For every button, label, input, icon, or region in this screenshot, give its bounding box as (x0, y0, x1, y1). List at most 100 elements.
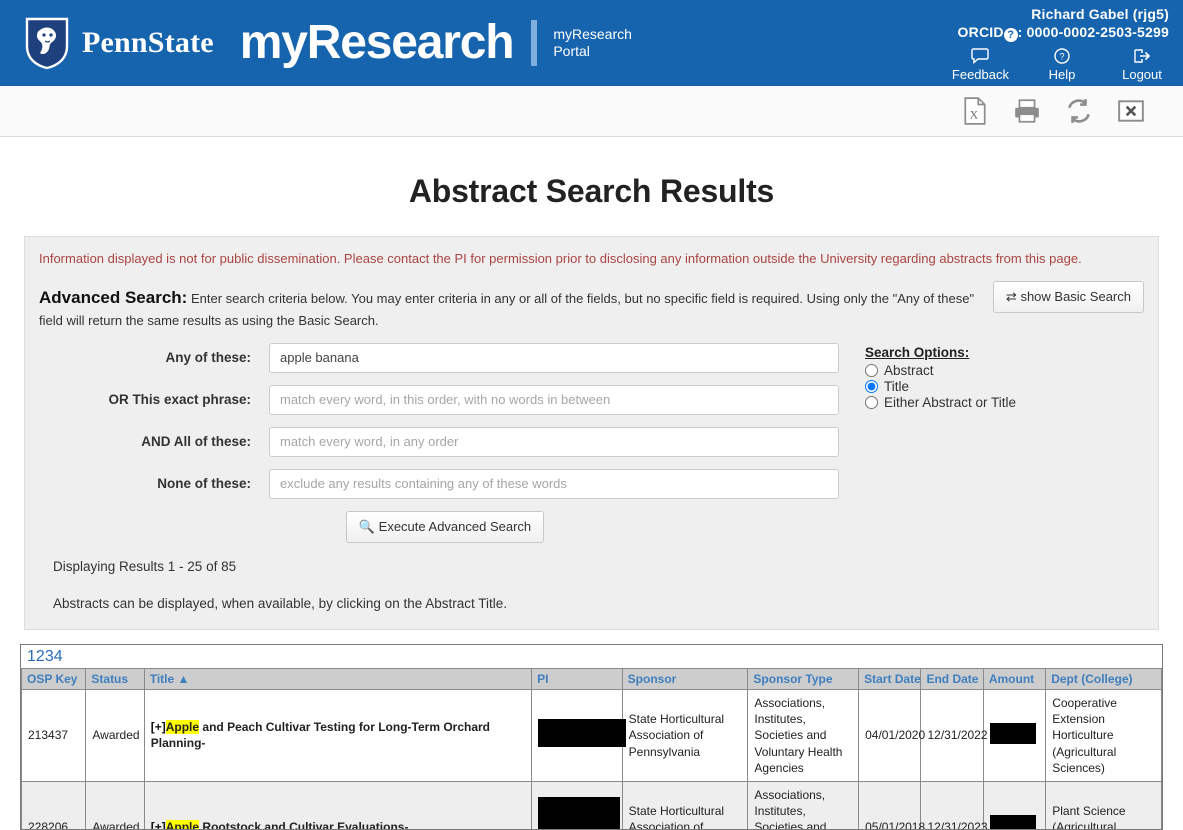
cell-osp-key: 213437 (22, 689, 86, 781)
portal-label: myResearch Portal (553, 26, 632, 61)
brand-logo-group[interactable]: PennState myResearch myResearch Portal (0, 16, 632, 70)
page-link-2[interactable]: 2 (36, 648, 45, 665)
expand-toggle[interactable]: [+] (151, 820, 166, 830)
cell-end-date: 12/31/2023 (921, 781, 983, 830)
search-fields: Any of these: OR This exact phrase: AND … (39, 343, 851, 543)
search-form-area: Any of these: OR This exact phrase: AND … (39, 343, 1144, 543)
cell-sponsor-type: Associations, Institutes, Societies and … (748, 689, 859, 781)
cell-status: Awarded (86, 689, 144, 781)
execute-advanced-search-label: Execute Advanced Search (379, 519, 532, 534)
cell-title[interactable]: [+]Apple and Peach Cultivar Testing for … (144, 689, 531, 781)
label-all-of-these: AND All of these: (39, 434, 269, 449)
field-row-none-of-these: None of these: (39, 469, 851, 499)
execute-advanced-search-button[interactable]: 🔍 Execute Advanced Search (346, 511, 544, 543)
search-option-label-abstract: Abstract (884, 363, 934, 378)
cell-title[interactable]: [+]Apple Rootstock and Cultivar Evaluati… (144, 781, 531, 830)
column-header-osp-key[interactable]: OSP Key (22, 668, 86, 689)
penn-state-shield-icon (24, 16, 70, 70)
column-header-amount[interactable]: Amount (983, 668, 1045, 689)
abstract-hint-text: Abstracts can be displayed, when availab… (53, 596, 1144, 611)
cell-sponsor: State Horticultural Association of Penns… (622, 781, 748, 830)
cell-status: Awarded (86, 781, 144, 830)
page-title: Abstract Search Results (0, 173, 1183, 210)
field-row-any: Any of these: (39, 343, 851, 373)
execute-button-wrap: 🔍 Execute Advanced Search (39, 511, 851, 543)
input-any-of-these[interactable] (269, 343, 839, 373)
column-header-sponsor-type[interactable]: Sponsor Type (748, 668, 859, 689)
advanced-search-panel: Information displayed is not for public … (24, 236, 1159, 630)
brand-divider (531, 20, 537, 66)
advanced-search-label: Advanced Search: (39, 288, 187, 307)
cell-dept: Cooperative Extension Horticulture (Agri… (1046, 689, 1162, 781)
search-option-abstract[interactable]: Abstract (865, 363, 1016, 378)
cell-pi (532, 689, 623, 781)
radio-title[interactable] (865, 380, 878, 393)
swap-icon: ⇄ (1006, 289, 1017, 304)
print-icon[interactable] (1013, 97, 1041, 125)
feedback-icon (971, 48, 989, 64)
table-header-row: OSP Key Status Title ▲ PI Sponsor Sponso… (22, 668, 1162, 689)
show-basic-search-button[interactable]: ⇄ show Basic Search (993, 281, 1144, 313)
svg-text:?: ? (1059, 52, 1064, 62)
cell-amount (983, 781, 1045, 830)
input-all-of-these[interactable] (269, 427, 839, 457)
column-header-end-date[interactable]: End Date (921, 668, 983, 689)
column-header-pi[interactable]: PI (532, 668, 623, 689)
orcid-help-icon[interactable]: ? (1004, 28, 1018, 42)
orcid-label: ORCID (958, 24, 1004, 40)
search-option-label-title: Title (884, 379, 909, 394)
app-name-wordmark: myResearch (240, 19, 514, 67)
pagination: 1234 (21, 645, 1162, 668)
column-header-status[interactable]: Status (86, 668, 144, 689)
redacted-pi (538, 719, 626, 747)
portal-label-line2: Portal (553, 43, 632, 61)
cell-amount (983, 689, 1045, 781)
search-options-title: Search Options: (865, 345, 1016, 360)
cell-dept: Plant Science (Agricultural Sciences) (1046, 781, 1162, 830)
search-options-group: Search Options: Abstract Title Either Ab… (851, 343, 1016, 543)
user-info-block: Richard Gabel (rjg5) ORCID?: 0000-0002-2… (952, 6, 1169, 82)
orcid-value: : 0000-0002-2503-5299 (1018, 24, 1169, 40)
show-basic-search-label: show Basic Search (1020, 289, 1131, 304)
nav-label-feedback: Feedback (952, 67, 1009, 82)
expand-toggle[interactable]: [+] (151, 720, 166, 734)
orcid-line: ORCID?: 0000-0002-2503-5299 (952, 24, 1169, 42)
input-none-of-these[interactable] (269, 469, 839, 499)
title-text: and Peach Cultivar Testing for Long-Term… (151, 720, 490, 750)
cell-start-date: 05/01/2018 (859, 781, 921, 830)
radio-abstract[interactable] (865, 364, 878, 377)
search-option-either[interactable]: Either Abstract or Title (865, 395, 1016, 410)
label-exact-phrase: OR This exact phrase: (39, 392, 269, 407)
page-link-3[interactable]: 3 (45, 648, 54, 665)
svg-text:X: X (970, 108, 979, 122)
column-header-sponsor[interactable]: Sponsor (622, 668, 748, 689)
title-text: Rootstock and Cultivar Evaluations- (199, 820, 408, 830)
label-none-of-these: None of these: (39, 476, 269, 491)
radio-either[interactable] (865, 396, 878, 409)
nav-item-help[interactable]: ? Help (1035, 48, 1089, 82)
results-table-container: 1234 OSP Key Status Title ▲ PI Sponsor S… (20, 644, 1163, 830)
close-icon[interactable] (1117, 97, 1145, 125)
export-excel-icon[interactable]: X (961, 97, 989, 125)
column-header-title[interactable]: Title ▲ (144, 668, 531, 689)
input-exact-phrase[interactable] (269, 385, 839, 415)
refresh-icon[interactable] (1065, 97, 1093, 125)
table-row: 228206 Awarded [+]Apple Rootstock and Cu… (22, 781, 1162, 830)
advanced-search-description: Advanced Search: Enter search criteria b… (39, 281, 979, 331)
search-option-label-either: Either Abstract or Title (884, 395, 1016, 410)
column-header-start-date[interactable]: Start Date (859, 668, 921, 689)
results-table: OSP Key Status Title ▲ PI Sponsor Sponso… (21, 668, 1162, 830)
column-header-dept[interactable]: Dept (College) (1046, 668, 1162, 689)
nav-label-help: Help (1035, 67, 1089, 82)
cell-sponsor-type: Associations, Institutes, Societies and … (748, 781, 859, 830)
redacted-pi (538, 797, 620, 830)
cell-sponsor: State Horticultural Association of Penns… (622, 689, 748, 781)
nav-item-feedback[interactable]: Feedback (952, 48, 1009, 82)
nav-item-logout[interactable]: Logout (1115, 48, 1169, 82)
cell-pi (532, 781, 623, 830)
page-link-1[interactable]: 1 (27, 648, 36, 665)
label-any-of-these: Any of these: (39, 350, 269, 365)
cell-end-date: 12/31/2022 (921, 689, 983, 781)
search-option-title[interactable]: Title (865, 379, 1016, 394)
page-link-4[interactable]: 4 (54, 648, 63, 665)
